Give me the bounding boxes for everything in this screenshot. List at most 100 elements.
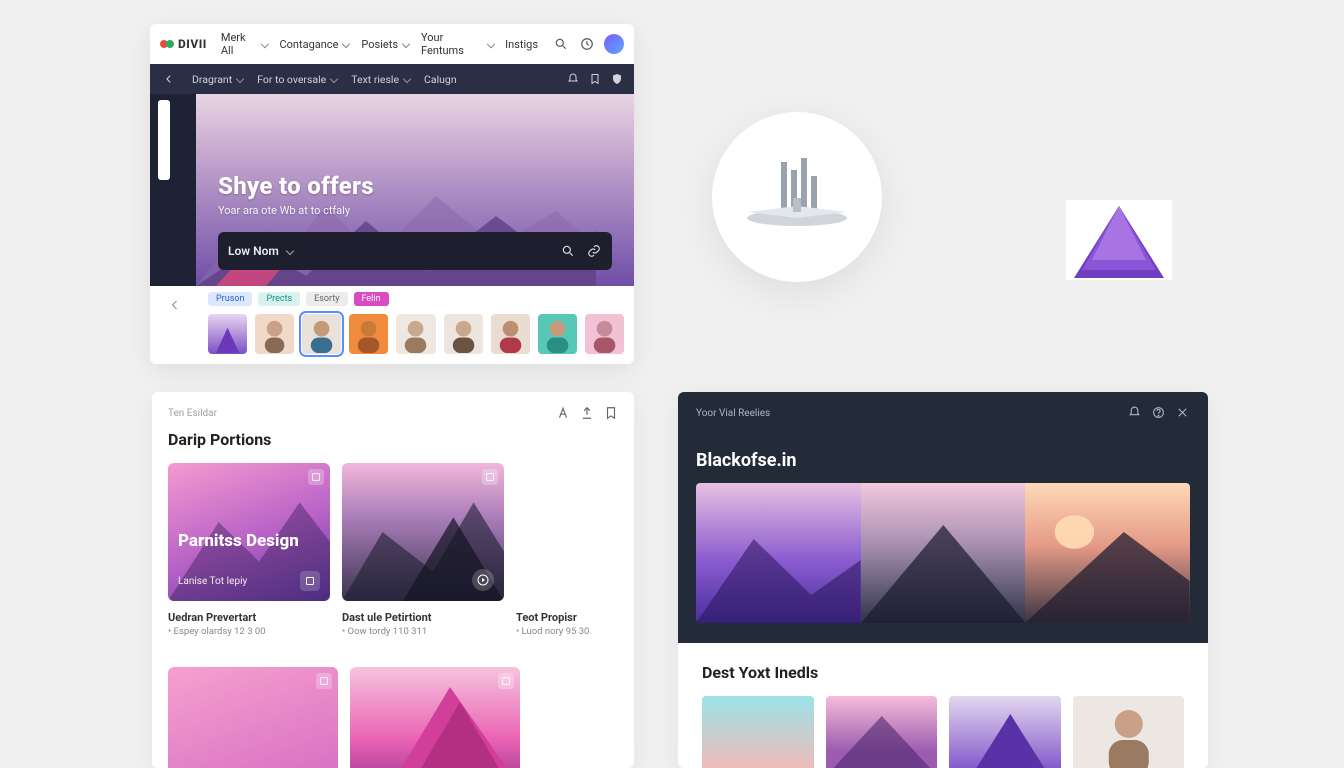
gallery-thumb-row (702, 696, 1184, 768)
strip-thumb[interactable] (396, 314, 435, 354)
search-icon[interactable] (560, 243, 576, 259)
strip-thumb[interactable] (444, 314, 483, 354)
gallery-thumb[interactable] (826, 696, 938, 768)
chip-0[interactable]: Pruson (208, 292, 252, 306)
hero-subtitle: Yoar ara ote Wb at to ctfaly (218, 204, 374, 217)
meta-line: • Oow tordy 110 311 (342, 626, 432, 637)
subnav-item-1[interactable]: For to oversale (257, 73, 337, 86)
close-icon[interactable] (1176, 406, 1190, 420)
avatar-strip (150, 310, 634, 364)
panel-title: Darip Portions (168, 430, 618, 449)
search-filter-dropdown[interactable]: Low Nom (228, 244, 293, 258)
gallery-thumb[interactable] (1073, 696, 1185, 768)
primary-nav: Merk All Contagance Posiets Your Fentums… (221, 31, 538, 57)
logo-mark-icon (160, 37, 174, 51)
nav-label: Contagance (279, 38, 338, 51)
aircraft-illustration-icon (737, 152, 857, 242)
nav-label: Posiets (361, 38, 398, 51)
nav-label: Instigs (505, 38, 538, 51)
chevron-down-icon (402, 40, 410, 48)
play-button[interactable] (472, 569, 494, 591)
filter-chips: Pruson Prects Esorty Felin (150, 286, 634, 310)
nav-item-1[interactable]: Contagance (279, 38, 349, 51)
strip-thumb[interactable] (491, 314, 530, 354)
bell-icon[interactable] (566, 72, 580, 86)
subnav-item-2[interactable]: Text riesle (351, 73, 410, 86)
topbar-actions (552, 34, 624, 54)
preview-card: Dast ule Petirtiont • Oow tordy 110 311 (342, 463, 504, 637)
gallery-image[interactable] (696, 483, 861, 623)
nav-item-3[interactable]: Your Fentums (421, 31, 493, 57)
chip-2[interactable]: Esorty (306, 292, 347, 306)
card-thumb[interactable]: Parnitss Design Lanise Tot Iepiy (168, 463, 330, 601)
card-meta-row: Dast ule Petirtiont • Oow tordy 110 311 (342, 611, 504, 637)
gallery-image[interactable] (861, 483, 1026, 623)
gallery-subtitle: Dest Yoxt Inedls (702, 663, 1184, 682)
card-action-button[interactable] (300, 571, 320, 591)
nav-label: Merk All (221, 31, 257, 57)
search-actions (560, 243, 602, 259)
topbar: DIVII Merk All Contagance Posiets Your F… (150, 24, 634, 64)
floating-square-preview (1066, 200, 1172, 280)
chip-1[interactable]: Prects (258, 292, 300, 306)
subnav-label: For to oversale (257, 73, 326, 86)
gallery-dark-section: Yoor Vial Reelies Blackofse.in (678, 392, 1208, 643)
strip-thumb-selected[interactable] (302, 314, 341, 354)
card-meta: Uedran Prevertart • Espey olardsy 12 3 0… (168, 611, 330, 637)
bookmark-icon[interactable] (588, 72, 602, 86)
card-subtitle: Lanise Tot Iepiy (178, 576, 247, 587)
panel-breadcrumb-row: Ten Esildar (168, 406, 618, 420)
user-avatar-button[interactable] (604, 34, 624, 54)
gallery-light-section: Dest Yoxt Inedls (678, 643, 1208, 768)
app-logo[interactable]: DIVII (160, 37, 207, 51)
text-style-icon[interactable] (556, 406, 570, 420)
clock-icon[interactable] (578, 35, 596, 53)
chevron-down-icon (486, 40, 494, 48)
bookmark-icon[interactable] (604, 406, 618, 420)
panel-actions (556, 406, 618, 420)
design-card: Parnitss Design Lanise Tot Iepiy Uedran … (168, 463, 330, 637)
card-thumb[interactable] (168, 667, 338, 768)
strip-thumb[interactable] (538, 314, 577, 354)
thumbs-back-button[interactable] (166, 296, 184, 314)
gallery-thumb[interactable] (949, 696, 1061, 768)
secondary-nav: Dragrant For to oversale Text riesle Cal… (150, 64, 634, 94)
meta-line: • Espey olardsy 12 3 00 (168, 626, 330, 637)
breadcrumb: Ten Esildar (168, 408, 217, 419)
chevron-down-icon (286, 247, 294, 255)
card-meta: Dast ule Petirtiont • Oow tordy 110 311 (342, 611, 432, 637)
shield-icon[interactable] (610, 72, 624, 86)
breadcrumb: Yoor Vial Reelies (696, 408, 770, 419)
strip-thumb[interactable] (255, 314, 294, 354)
gallery-thumb[interactable] (702, 696, 814, 768)
nav-item-0[interactable]: Merk All (221, 31, 268, 57)
hero-banner: Shye to offers Yoar ara ote Wb at to ctf… (196, 94, 634, 286)
hero-search-bar[interactable]: Low Nom (218, 232, 612, 270)
nav-item-2[interactable]: Posiets (361, 38, 409, 51)
expand-icon[interactable] (316, 673, 332, 689)
card-thumb[interactable] (342, 463, 504, 601)
meta-line: • Luod nory 95 30 (516, 626, 606, 637)
back-button[interactable] (160, 70, 178, 88)
meta-title: Uedran Prevertart (168, 611, 330, 624)
search-icon[interactable] (552, 35, 570, 53)
meta-title: Teot Propisr (516, 611, 606, 624)
hero-text: Shye to offers Yoar ara ote Wb at to ctf… (218, 172, 374, 217)
share-icon[interactable] (580, 406, 594, 420)
strip-thumb[interactable] (208, 314, 247, 354)
nav-item-4[interactable]: Instigs (505, 38, 538, 51)
link-icon[interactable] (586, 243, 602, 259)
subnav-item-0[interactable]: Dragrant (192, 73, 243, 86)
scroll-handle[interactable] (158, 100, 170, 180)
gallery-image[interactable] (1025, 483, 1190, 623)
card-title: Parnitss Design (178, 531, 299, 551)
strip-thumb[interactable] (585, 314, 624, 354)
bell-icon[interactable] (1128, 406, 1142, 420)
gallery-title: Blackofse.in (696, 450, 1190, 471)
card-thumb[interactable] (350, 667, 520, 768)
main-window: DIVII Merk All Contagance Posiets Your F… (150, 24, 634, 364)
help-icon[interactable] (1152, 406, 1166, 420)
strip-thumb[interactable] (349, 314, 388, 354)
subnav-item-3[interactable]: Calugn (424, 73, 457, 86)
chip-3[interactable]: Felin (354, 292, 389, 306)
